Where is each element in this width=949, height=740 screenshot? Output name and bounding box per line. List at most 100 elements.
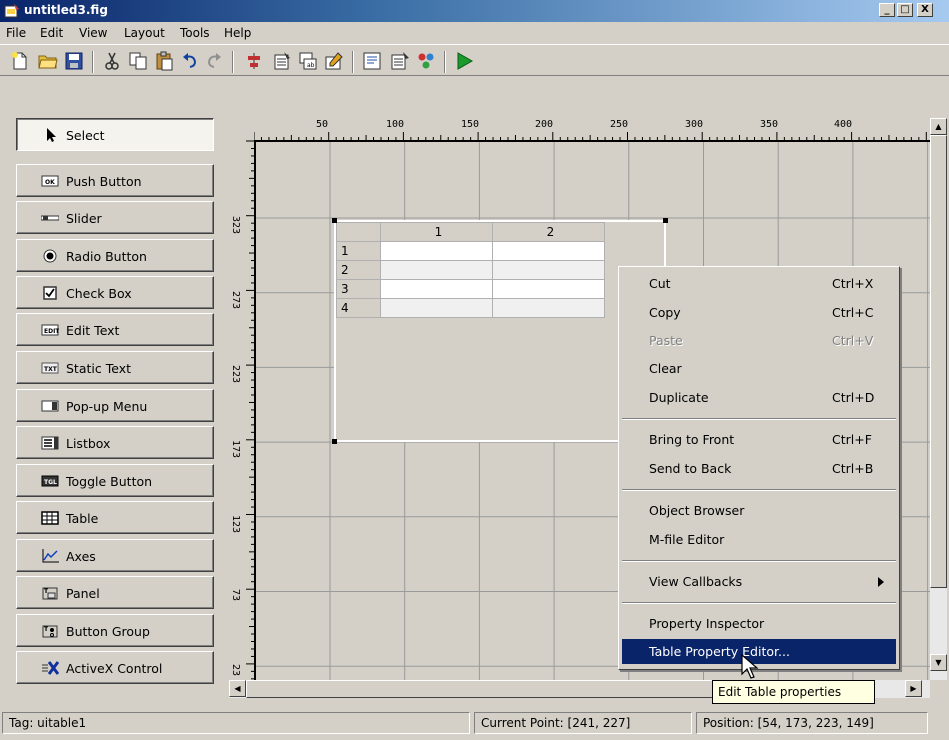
menu-view[interactable]: View [79,26,107,40]
close-button[interactable]: X [917,3,933,17]
menu-help[interactable]: Help [224,26,251,40]
palette-table[interactable]: Table [16,501,214,534]
palette-label: Check Box [66,286,132,301]
menu-editor-icon[interactable] [272,51,292,71]
menu-item-label: Bring to Front [649,432,735,447]
run-figure-icon[interactable] [454,51,474,71]
menu-edit[interactable]: Edit [40,26,63,40]
palette-toggle-button[interactable]: TGL Toggle Button [16,464,214,497]
vertical-scroll-thumb[interactable] [930,135,947,588]
table-cell[interactable] [380,260,493,280]
horizontal-scroll-thumb[interactable] [246,680,726,698]
push-button-icon: OK [41,175,59,187]
palette-edit-text[interactable]: EDIT Edit Text [16,313,214,346]
tab-order-editor-icon[interactable]: ab [298,51,318,71]
undo-icon[interactable] [180,51,200,71]
palette-label: Radio Button [66,249,147,264]
menu-separator [622,418,896,420]
ruler-label: 300 [685,119,704,130]
menu-item-property-inspector[interactable]: Property Inspector [622,611,896,636]
column-header[interactable]: 2 [492,222,605,242]
menu-item-send-to-back[interactable]: Send to Back Ctrl+B [622,456,896,481]
toggle-button-icon: TGL [41,475,59,487]
copy-icon[interactable] [128,51,148,71]
resize-handle-top-left[interactable] [332,218,337,223]
status-current-point: Current Point: [241, 227] [474,712,692,734]
row-header[interactable]: 3 [336,279,381,299]
palette-select-button[interactable]: Select [16,118,214,151]
paste-icon[interactable] [154,51,174,71]
maximize-button[interactable]: □ [897,3,913,17]
menu-file[interactable]: File [6,26,26,40]
menu-item-object-browser[interactable]: Object Browser [622,498,896,523]
ruler-label: 100 [386,119,405,130]
menu-separator [622,602,896,604]
resize-handle-top-right[interactable] [663,218,668,223]
palette-axes[interactable]: Axes [16,539,214,572]
menu-item-cut[interactable]: Cut Ctrl+X [622,271,896,296]
m-file-editor-icon[interactable] [362,51,382,71]
palette-panel[interactable]: T Panel [16,576,214,609]
table-cell[interactable] [492,298,605,318]
table-cell[interactable] [380,298,493,318]
vertical-scrollbar[interactable]: ▲ ▼ [930,118,947,680]
ruler-label: 173 [230,440,241,459]
palette-label: Listbox [66,436,111,451]
palette-push-button[interactable]: OK Push Button [16,164,214,197]
menu-tools[interactable]: Tools [180,26,210,40]
uitable1[interactable]: 1 2 1 2 3 4 [332,218,668,444]
menu-layout[interactable]: Layout [124,26,165,40]
menu-item-clear[interactable]: Clear [622,356,896,381]
row-header[interactable]: 4 [336,298,381,318]
scroll-down-arrow-icon[interactable]: ▼ [930,654,947,671]
row-header[interactable]: 2 [336,260,381,280]
palette-button-group[interactable]: T Button Group [16,614,214,647]
palette-label: Button Group [66,624,150,639]
property-inspector-icon[interactable] [390,51,410,71]
tooltip: Edit Table properties [712,680,875,704]
menu-item-bring-to-front[interactable]: Bring to Front Ctrl+F [622,427,896,452]
table-cell[interactable] [492,279,605,299]
table-cell[interactable] [380,241,493,261]
table-cell[interactable] [380,279,493,299]
toolbar-editor-icon[interactable] [324,51,344,71]
palette-activex-control[interactable]: ActiveX Control [16,651,214,684]
menu-item-m-file-editor[interactable]: M-file Editor [622,527,896,552]
column-header[interactable]: 1 [380,222,493,242]
status-position: Position: [54, 173, 223, 149] [696,712,928,734]
save-icon[interactable] [64,51,84,71]
row-header[interactable]: 1 [336,241,381,261]
menu-item-label: View Callbacks [649,574,743,589]
palette-listbox[interactable]: Listbox [16,426,214,459]
menu-item-view-callbacks[interactable]: View Callbacks [622,569,896,594]
menu-item-duplicate[interactable]: Duplicate Ctrl+D [622,385,896,410]
palette-static-text[interactable]: TXT Static Text [16,351,214,384]
menu-item-label: Duplicate [649,390,709,405]
minimize-button[interactable]: _ [879,3,895,17]
table-header-row: 1 2 [336,222,605,242]
menu-item-copy[interactable]: Copy Ctrl+C [622,300,896,325]
menu-item-label: Paste [649,333,683,348]
table-cell[interactable] [492,260,605,280]
palette-radio-button[interactable]: Radio Button [16,239,214,272]
palette-slider[interactable]: Slider [16,201,214,234]
object-browser-icon[interactable] [416,51,436,71]
redo-icon[interactable] [204,51,224,71]
menu-item-label: Copy [649,305,681,320]
palette-check-box[interactable]: Check Box [16,276,214,309]
cut-icon[interactable] [102,51,122,71]
open-folder-icon[interactable] [38,51,58,71]
palette-label: Table [66,511,99,526]
align-objects-icon[interactable] [244,51,264,71]
menu-item-label: Property Inspector [649,616,765,631]
palette-popup-menu[interactable]: Pop-up Menu [16,389,214,422]
table-row: 4 [336,298,605,318]
new-file-icon[interactable] [10,51,30,71]
scroll-right-arrow-icon[interactable]: ▶ [905,680,922,697]
top-ruler-ticks [254,132,927,140]
scroll-left-arrow-icon[interactable]: ◀ [229,680,246,697]
scroll-up-arrow-icon[interactable]: ▲ [930,118,947,135]
resize-handle-bottom-left[interactable] [332,439,337,444]
svg-text:TXT: TXT [44,366,58,373]
table-cell[interactable] [492,241,605,261]
